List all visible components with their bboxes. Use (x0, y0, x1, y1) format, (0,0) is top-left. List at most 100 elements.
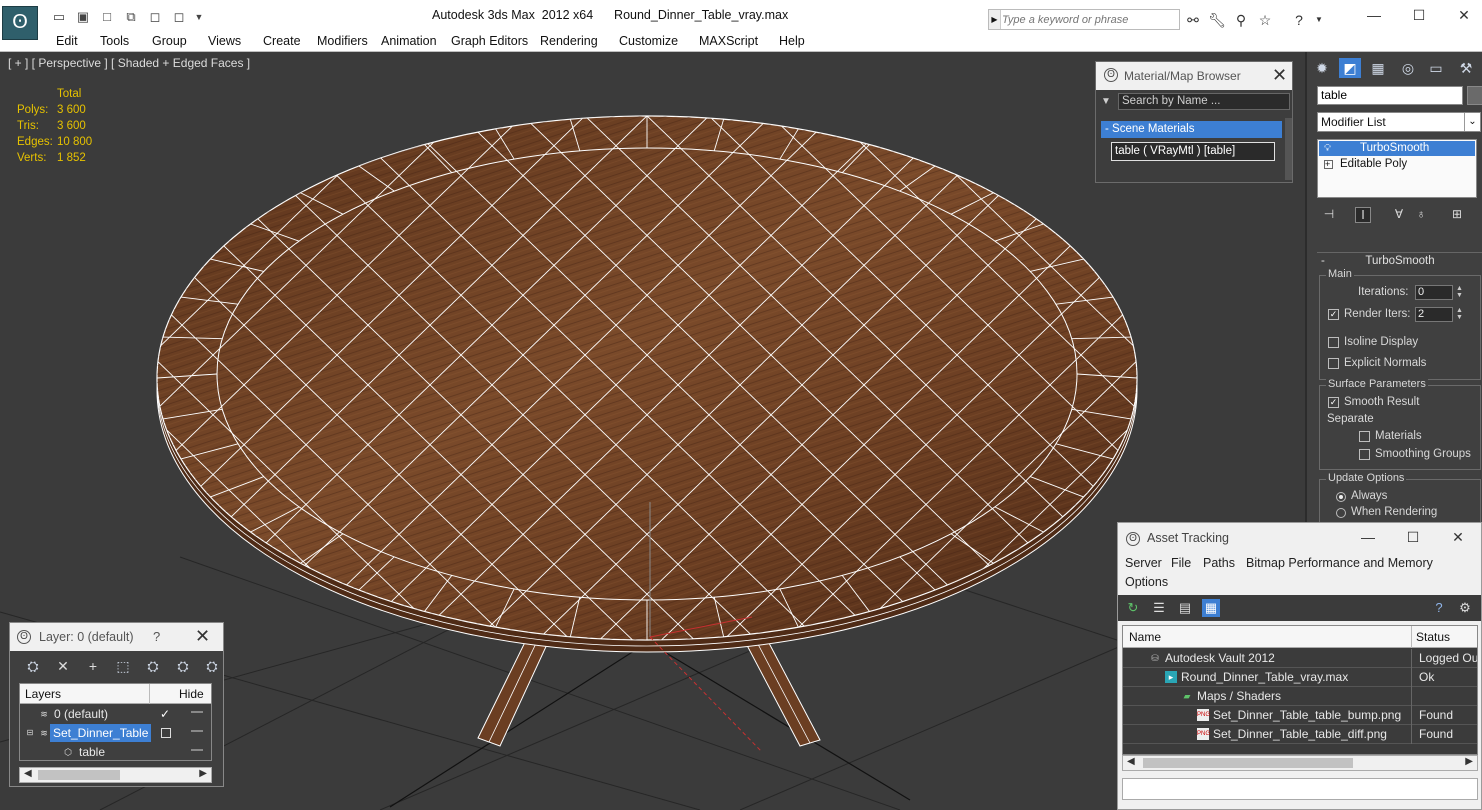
configure-sets-icon[interactable]: ⊞ (1449, 207, 1465, 223)
menu-create[interactable]: Create (263, 34, 301, 48)
3ds-max-logo-icon[interactable]: ʘ (2, 6, 38, 40)
spinner-arrows-icon[interactable]: ▲ ▼ (1455, 307, 1464, 322)
asset-path-field[interactable] (1122, 778, 1478, 800)
scene-materials-group[interactable]: - Scene Materials (1101, 121, 1282, 138)
delete-layer-icon[interactable]: ✕ (53, 657, 73, 675)
hierarchy-icon[interactable]: ▦ (1367, 58, 1389, 78)
filter-dropdown-icon[interactable]: ▼ (1101, 96, 1111, 107)
create-icon[interactable]: ✹ (1311, 58, 1333, 78)
binoculars-icon[interactable]: ⚯ (1184, 11, 1202, 29)
object-color-swatch[interactable] (1467, 86, 1482, 105)
new-icon[interactable]: □ (98, 9, 116, 25)
window-crossing-icon[interactable]: ◻ (146, 9, 164, 25)
wrench-icon[interactable]: 🔧︎ (1208, 11, 1226, 29)
show-end-result-icon[interactable]: Ⅰ (1355, 207, 1371, 223)
always-radio[interactable] (1336, 492, 1346, 502)
create-layer-icon[interactable]: ⛭ (23, 657, 43, 675)
render-iters-checkbox[interactable]: ✓ (1328, 309, 1339, 320)
freeze-all-icon[interactable]: ⛭ (202, 657, 222, 675)
active-layer-checkmark[interactable]: ✓ (160, 705, 170, 723)
isoline-display-checkbox[interactable] (1328, 337, 1339, 348)
minimize-icon[interactable]: — (1359, 4, 1389, 26)
object-name-field[interactable]: table (1317, 86, 1463, 105)
table-row[interactable]: PNG Set_Dinner_Table_table_diff.png Foun… (1123, 725, 1477, 744)
settings-icon[interactable]: ⚙ (1456, 599, 1474, 617)
menu-graph-editors[interactable]: Graph Editors (451, 34, 528, 48)
help-icon[interactable]: ? (1290, 11, 1308, 29)
help-search[interactable]: ▶ (988, 9, 1180, 30)
collapse-icon[interactable]: ⊟ (24, 727, 36, 739)
motion-icon[interactable]: ◎ (1397, 58, 1419, 78)
menu-options[interactable]: Options (1125, 575, 1168, 589)
dropdown-icon[interactable]: ▼ (190, 9, 208, 25)
pin-stack-icon[interactable]: ⊣ (1321, 207, 1337, 223)
hide-toggle[interactable] (191, 711, 203, 713)
thumbnail-view-icon[interactable]: ▤ (1176, 599, 1194, 617)
column-name[interactable]: Name (1129, 630, 1161, 644)
table-row[interactable]: PNG Set_Dinner_Table_table_bump.png Foun… (1123, 706, 1477, 725)
close-icon[interactable]: ✕ (1449, 4, 1479, 26)
lightbulb-icon[interactable]: 💡︎ (1324, 141, 1336, 156)
highlight-layer-icon[interactable]: ⛭ (143, 657, 163, 675)
search-expand-icon[interactable]: ▶ (989, 10, 1001, 29)
project-icon[interactable]: ⧉ (122, 9, 140, 25)
material-item-table[interactable]: table ( VRayMtl ) [table] (1111, 142, 1275, 161)
add-to-layer-icon[interactable]: + (83, 657, 103, 675)
open-icon[interactable]: ▭ (50, 9, 68, 25)
help-search-input[interactable] (1002, 11, 1178, 28)
column-hide[interactable]: Hide (179, 687, 204, 701)
maximize-icon[interactable]: ☐ (1404, 4, 1434, 26)
menu-modifiers[interactable]: Modifiers (317, 34, 368, 48)
iterations-spinner[interactable]: 0 (1415, 285, 1453, 300)
turbosmooth-rollout-header[interactable]: - TurboSmooth (1317, 252, 1482, 268)
save-icon[interactable]: ▣ (74, 9, 92, 25)
menu-paths[interactable]: Paths (1203, 556, 1235, 570)
material-browser-titlebar[interactable]: ʘ Material/Map Browser ✕ (1096, 62, 1292, 90)
menu-rendering[interactable]: Rendering (540, 34, 598, 48)
table-row[interactable]: ▸ Round_Dinner_Table_vray.max Ok (1123, 668, 1477, 687)
select-objects-icon[interactable]: ⬚ (113, 657, 133, 675)
menu-help[interactable]: Help (779, 34, 805, 48)
table-row[interactable]: ▰ Maps / Shaders (1123, 687, 1477, 706)
stack-item-editable-poly[interactable]: + Editable Poly (1319, 157, 1475, 172)
display-icon[interactable]: ▭ (1425, 58, 1447, 78)
help-dropdown-icon[interactable]: ▼ (1310, 11, 1328, 29)
smoothing-groups-checkbox[interactable] (1359, 449, 1370, 460)
column-status[interactable]: Status (1416, 630, 1450, 644)
spinner-arrows-icon[interactable]: ▲ ▼ (1455, 285, 1464, 300)
menu-group[interactable]: Group (152, 34, 187, 48)
horizontal-scrollbar[interactable]: ◀ ▶ (19, 767, 212, 783)
layer-row[interactable]: ⊟ ≋ Set_Dinner_Table (20, 724, 211, 743)
hide-all-icon[interactable]: ⛭ (173, 657, 193, 675)
utilities-icon[interactable]: ⚒ (1455, 58, 1477, 78)
smooth-result-checkbox[interactable]: ✓ (1328, 397, 1339, 408)
active-layer-box[interactable] (161, 728, 171, 738)
table-view-icon[interactable]: ▦ (1202, 599, 1220, 617)
menu-animation[interactable]: Animation (381, 34, 437, 48)
list-view-icon[interactable]: ☰ (1150, 599, 1168, 617)
scroll-left-icon[interactable]: ◀ (24, 768, 32, 779)
help-icon[interactable]: ? (1430, 599, 1448, 617)
scrollbar-thumb[interactable] (38, 770, 120, 780)
materials-checkbox[interactable] (1359, 431, 1370, 442)
menu-views[interactable]: Views (208, 34, 241, 48)
make-unique-icon[interactable]: ∀ (1391, 207, 1407, 223)
viewport-label[interactable]: [ + ] [ Perspective ] [ Shaded + Edged F… (8, 56, 250, 70)
menu-customize[interactable]: Customize (619, 34, 678, 48)
hide-toggle[interactable] (191, 730, 203, 732)
menu-edit[interactable]: Edit (56, 34, 78, 48)
star-icon[interactable]: ☆ (1256, 11, 1274, 29)
refresh-icon[interactable]: ↻ (1124, 599, 1142, 617)
when-rendering-radio[interactable] (1336, 508, 1346, 518)
menu-tools[interactable]: Tools (100, 34, 129, 48)
layer-row[interactable]: ≋ 0 (default) ✓ (20, 705, 211, 724)
render-iters-spinner[interactable]: 2 (1415, 307, 1453, 322)
modifier-list-dropdown[interactable]: Modifier List ⌄ (1317, 112, 1481, 132)
help-icon[interactable]: ? (153, 629, 160, 644)
menu-maxscript[interactable]: MAXScript (699, 34, 758, 48)
scroll-right-icon[interactable]: ▶ (1465, 756, 1473, 767)
horizontal-scrollbar[interactable]: ◀ ▶ (1122, 755, 1478, 771)
material-search-input[interactable]: Search by Name ... (1118, 93, 1290, 110)
stack-item-turbosmooth[interactable]: 💡︎ TurboSmooth (1319, 141, 1475, 156)
menu-server[interactable]: Server (1125, 556, 1162, 570)
